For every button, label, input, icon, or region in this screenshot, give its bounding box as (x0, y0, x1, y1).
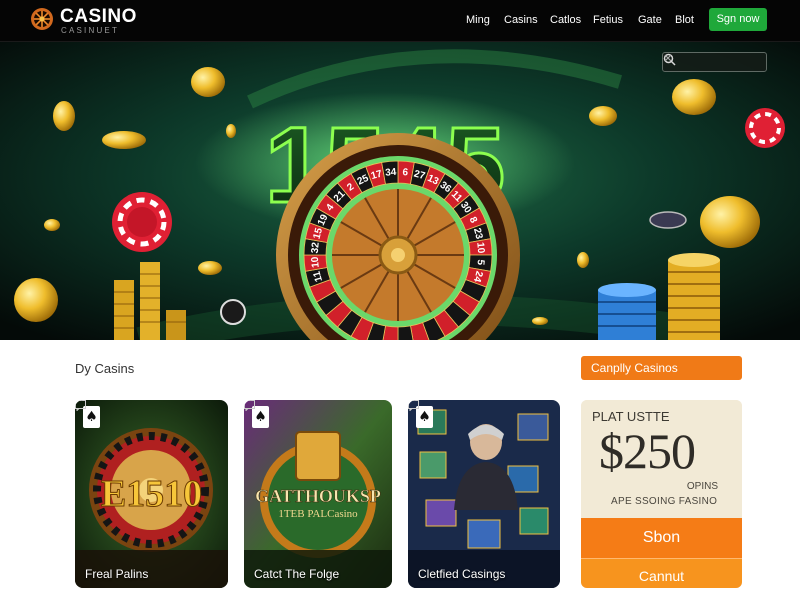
casino-card-3[interactable]: ♠ Cletfied Casings (408, 400, 560, 588)
search-box[interactable] (662, 52, 767, 72)
card-3-title: Cletfied Casings (418, 567, 506, 581)
roulette-logo-icon (31, 8, 53, 30)
comment-icon[interactable] (244, 400, 255, 411)
casino-card-1[interactable]: E1510 ♠ Freal Palins (75, 400, 228, 588)
card-1-title: Freal Palins (85, 567, 149, 581)
logo-tagline: CASINUET (61, 26, 120, 35)
card-3-artwork (408, 400, 560, 588)
promo-card: PLAT USTTE $250 OPINS APE SSOING FASINO … (581, 400, 742, 588)
poker-chip-dark (649, 211, 687, 229)
roulette-pocket-number: 34 (385, 167, 397, 179)
card-2-title: Catct The Folge (254, 567, 340, 581)
poker-chip-black (220, 299, 246, 325)
hero-illustration: 1545 11103215194212251734627133611308231… (0, 42, 800, 340)
comment-icon[interactable] (408, 400, 419, 411)
roulette-pocket-number: 32 (310, 241, 322, 253)
promo-secondary-button[interactable]: Cannut (581, 558, 742, 588)
casino-card-2[interactable]: GATTHOUKSP 1TEB PALCasino ♠ Catct The Fo… (244, 400, 392, 588)
nav-item-ming[interactable]: Ming (466, 13, 490, 27)
poker-chip-red-right (745, 108, 785, 148)
sign-up-button[interactable]: Sgn now (709, 8, 767, 31)
roulette-pocket-number: 10 (474, 242, 486, 254)
poker-chip-red-left (112, 192, 172, 252)
hero-banner: 1545 11103215194212251734627133611308231… (0, 42, 800, 340)
nav-item-catlos[interactable]: Catlos (550, 13, 581, 27)
logo-wordmark: CASINO (60, 6, 137, 27)
card-2-art-text: GATTHOUKSP (255, 486, 381, 507)
comment-icon[interactable] (75, 400, 86, 411)
promo-amount: $250 (599, 423, 696, 479)
popular-casinos-tab[interactable]: Canplly Casinos (581, 356, 742, 380)
nav-item-blot[interactable]: Blot (675, 13, 694, 27)
nav-item-fetius[interactable]: Fetius (593, 13, 623, 27)
card-1-art-text: E1510 (100, 473, 203, 516)
roulette-pocket-number: 10 (310, 256, 322, 268)
search-input[interactable] (687, 55, 747, 69)
promo-panel: PLAT USTTE $250 OPINS APE SSOING FASINO (581, 400, 742, 518)
card-2-art-subtext: 1TEB PALCasino (278, 508, 358, 520)
promo-primary-button[interactable]: Sbon (581, 518, 742, 558)
top-nav-bar: CASINO CASINUET Ming Casins Catlos Fetiu… (0, 0, 800, 42)
clear-icon[interactable] (663, 53, 673, 63)
promo-subtext-1: OPINS (686, 481, 718, 492)
promo-subtext-2: APE SSOING FASINO (611, 496, 718, 507)
section-title: Dy Casins (75, 361, 135, 376)
nav-item-casins[interactable]: Casins (504, 13, 538, 27)
casino-logo[interactable]: CASINO CASINUET (30, 5, 150, 35)
nav-item-gate[interactable]: Gate (638, 13, 662, 27)
